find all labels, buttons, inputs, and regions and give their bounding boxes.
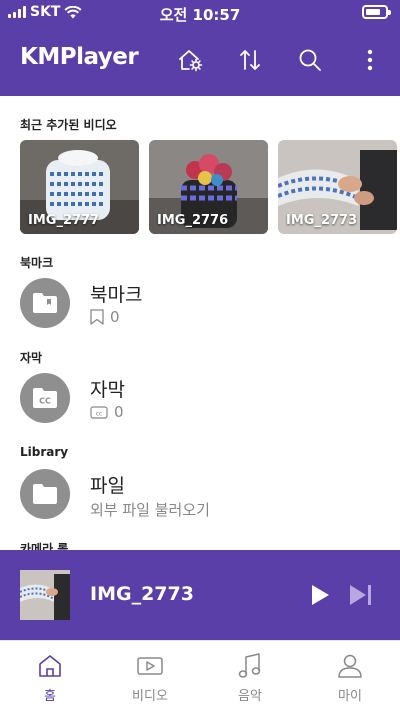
bookmark-section-title: 북마크	[20, 256, 54, 270]
tab-my[interactable]: 마이	[300, 651, 400, 707]
more-button[interactable]	[354, 44, 386, 76]
play-icon	[312, 585, 329, 605]
file-title: 파일	[90, 475, 125, 497]
skip-next-icon	[350, 585, 371, 605]
status-bar: SKT 오전 10:57	[0, 0, 400, 26]
tab-bar: 홈 비디오 음악 마이	[0, 640, 400, 710]
header: SKT 오전 10:57 KMPlayer	[0, 0, 400, 96]
subtitle-count: 0	[114, 403, 124, 421]
video-name: IMG_2777	[28, 213, 100, 228]
next-button[interactable]	[346, 580, 376, 610]
carrier-name: SKT	[30, 4, 61, 20]
tab-music[interactable]: 음악	[200, 651, 300, 707]
video-thumbnail[interactable]: IMG_2773	[278, 140, 397, 234]
recent-videos-list: IMG_2777 IMG_2776 IMG_2773	[20, 140, 397, 234]
now-playing-thumbnail	[20, 570, 70, 620]
tab-label: 마이	[338, 689, 362, 704]
tab-label: 비디오	[132, 689, 168, 704]
tab-label: 홈	[44, 689, 56, 704]
video-thumbnail[interactable]: IMG_2777	[20, 140, 139, 234]
tab-home[interactable]: 홈	[0, 651, 100, 707]
home-icon	[39, 655, 61, 677]
library-section-title: Library	[20, 445, 69, 459]
file-item[interactable]: 파일 외부 파일 불러오기	[20, 469, 380, 525]
bookmark-count-row: 0	[90, 308, 120, 326]
mini-player[interactable]: IMG_2773	[0, 550, 400, 640]
profile-icon	[338, 654, 362, 678]
search-icon	[299, 49, 321, 71]
video-name: IMG_2773	[286, 213, 358, 228]
folder-icon	[20, 469, 70, 519]
app-logo: KMPlayer	[20, 44, 139, 70]
subtitle-title: 자막	[90, 379, 125, 401]
play-button[interactable]	[306, 580, 334, 610]
wifi-icon	[64, 5, 82, 18]
recent-videos-title: 최근 추가된 비디오	[20, 118, 117, 132]
app-bar: KMPlayer	[0, 40, 400, 80]
svg-text:cc: cc	[96, 410, 103, 417]
subtitle-folder-icon: CC	[20, 373, 70, 423]
home-content[interactable]: 최근 추가된 비디오 IMG_2777 IMG_2776 IMG_2773 북마…	[0, 96, 400, 550]
music-icon	[238, 653, 261, 678]
carrier-info: SKT	[8, 4, 82, 20]
sort-button[interactable]	[234, 44, 266, 76]
bookmark-title: 북마크	[90, 284, 143, 306]
video-thumbnail[interactable]: IMG_2776	[149, 140, 268, 234]
home-settings-icon	[179, 50, 203, 72]
svg-text:CC: CC	[39, 397, 51, 406]
tab-video[interactable]: 비디오	[100, 651, 200, 707]
caption-icon: cc	[90, 405, 108, 419]
search-button[interactable]	[294, 44, 326, 76]
sort-icon	[240, 50, 260, 70]
bookmark-icon	[90, 309, 104, 325]
camera-roll-section-title: 카메라 롤	[20, 542, 69, 550]
tab-label: 음악	[238, 689, 262, 704]
signal-icon	[8, 6, 26, 18]
bookmark-item[interactable]: 북마크 0	[20, 278, 380, 334]
subtitle-count-row: cc 0	[90, 403, 124, 421]
video-name: IMG_2776	[157, 213, 229, 228]
battery-icon	[362, 5, 391, 19]
subtitle-section-title: 자막	[20, 351, 43, 365]
bookmark-count: 0	[110, 308, 120, 326]
now-playing-title: IMG_2773	[90, 583, 194, 605]
bookmark-folder-icon	[20, 278, 70, 328]
video-icon	[137, 657, 163, 675]
subtitle-item[interactable]: CC 자막 cc 0	[20, 373, 380, 429]
file-subtitle: 외부 파일 불러오기	[90, 501, 210, 519]
home-settings-button[interactable]	[174, 44, 206, 76]
more-icon	[367, 49, 373, 71]
